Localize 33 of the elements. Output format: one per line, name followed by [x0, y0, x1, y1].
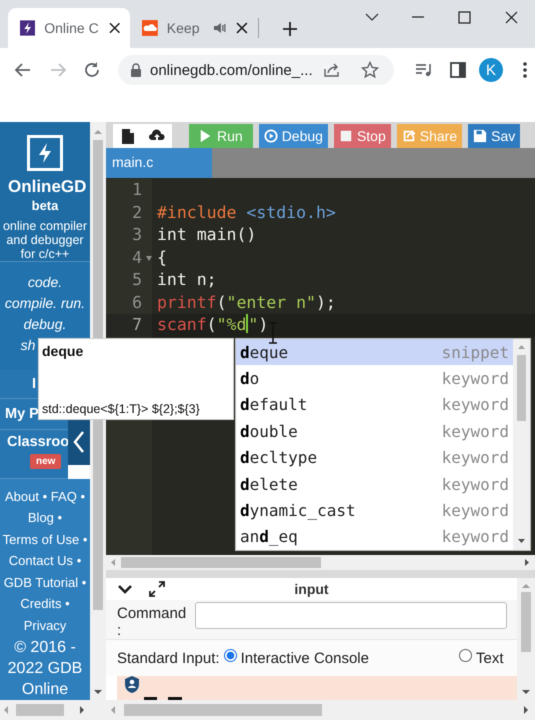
brand-name: OnlineGD	[7, 177, 86, 197]
link-separator: •	[76, 553, 82, 568]
motto-text: debug.	[24, 315, 66, 334]
motto-text: sh	[20, 336, 36, 355]
link-separator: •	[82, 574, 86, 590]
code-line: int main()	[156, 224, 256, 246]
code-line: scanf("%d")	[156, 314, 268, 336]
new-badge: new	[30, 454, 62, 468]
code-line: #include <stdio.h>	[156, 202, 336, 224]
line-number: 4	[132, 246, 143, 268]
code-line: int n;	[156, 269, 217, 291]
tagline-text: online compiler and debugger for c/c++	[2, 219, 88, 261]
link-separator: •	[58, 510, 62, 525]
field-label: Standard Input:	[117, 650, 220, 666]
link-separator: •	[42, 488, 48, 504]
code-line: printf("enter n");	[156, 292, 336, 314]
link-separator: •	[82, 532, 88, 546]
field-label: Command :	[117, 604, 188, 639]
panel-title: input	[294, 581, 329, 597]
line-number: 1	[132, 179, 143, 201]
link-separator: •	[80, 488, 85, 504]
edition-label: beta	[32, 198, 58, 213]
line-number: 3	[132, 224, 143, 246]
line-number: 2	[132, 202, 143, 224]
url-text: onlinegdb.com/online_...	[150, 62, 313, 78]
line-number: 5	[132, 269, 143, 291]
code-line: {	[156, 246, 167, 268]
motto-text: code.	[28, 273, 62, 292]
line-number: 6	[132, 292, 143, 314]
tooltip-title: deque	[42, 343, 84, 359]
link-separator: •	[65, 596, 70, 611]
motto-text: compile. run.	[4, 294, 86, 313]
copyright-text: © 2016 - 2022 GDB Online	[6, 638, 84, 700]
